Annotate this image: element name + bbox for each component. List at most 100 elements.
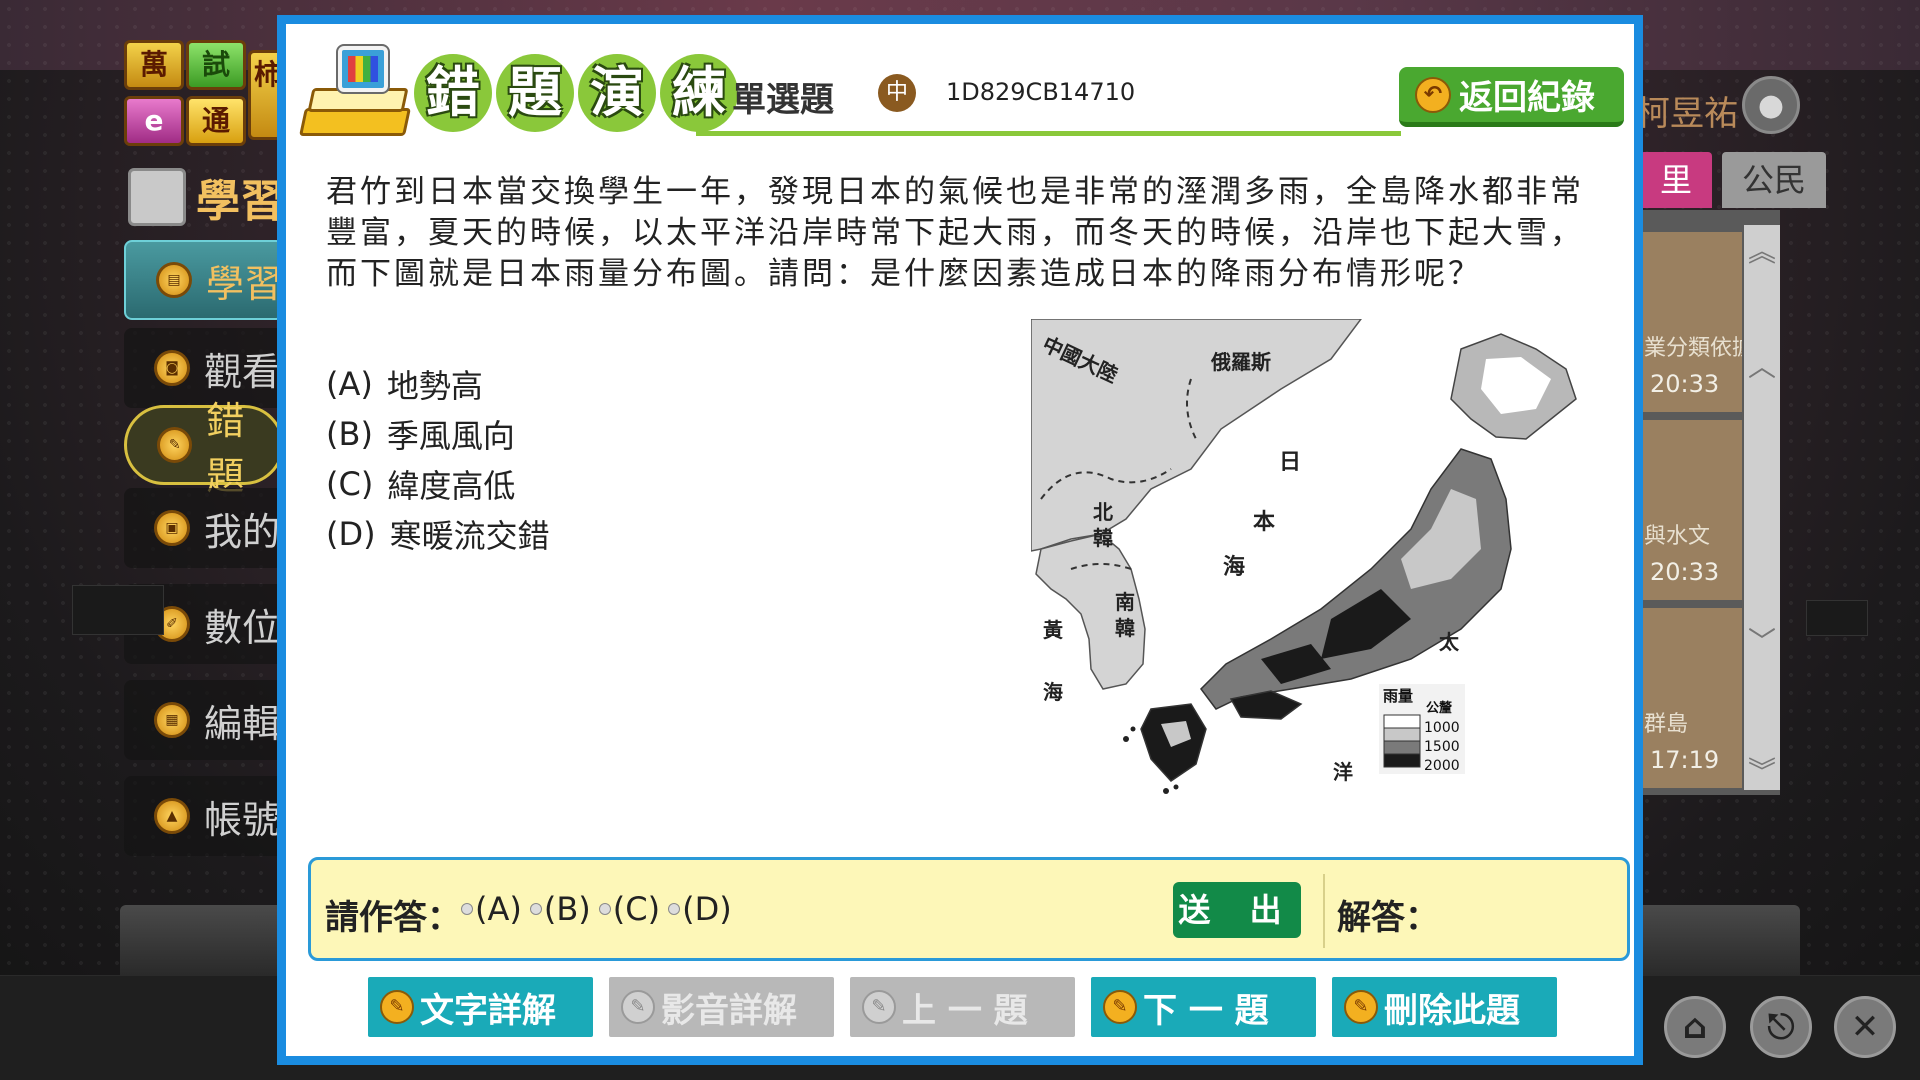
avatar[interactable]: ● bbox=[1742, 76, 1800, 134]
question-id: 1D829CB14710 bbox=[946, 78, 1136, 106]
island-dot bbox=[1130, 726, 1136, 732]
chevron-up-icon[interactable]: ︿ bbox=[1744, 345, 1780, 385]
record-card[interactable]: 與水文 20:33 bbox=[1640, 420, 1742, 600]
record-card[interactable]: 群島 17:19 bbox=[1640, 608, 1742, 788]
modal-header: 錯 題 演 練 單選題 中 1D829CB14710 ↶ 返回紀錄 bbox=[286, 24, 1634, 144]
chevron-down-icon[interactable]: ﹀ bbox=[1744, 620, 1780, 660]
tab-civics[interactable]: 公民 bbox=[1722, 152, 1827, 208]
sidebar-item-label: 編輯 bbox=[204, 701, 281, 746]
legend-swatch bbox=[1383, 740, 1421, 755]
map-label: 海 bbox=[1223, 554, 1245, 580]
pencil-note-icon: ✎ bbox=[862, 990, 896, 1024]
pencil-note-icon: ✎ bbox=[1103, 990, 1137, 1024]
title-char: 題 bbox=[496, 54, 574, 132]
record-title: 業分類依據 bbox=[1644, 336, 1742, 361]
choice-label: (D) bbox=[682, 890, 732, 928]
double-chevron-up-icon[interactable]: ︽ bbox=[1744, 230, 1780, 270]
map-label: 太 bbox=[1439, 630, 1460, 654]
background-panel bbox=[1806, 600, 1868, 636]
record-time: 17:19 bbox=[1650, 746, 1720, 774]
bottom-toolbar: ✎ 文字詳解 ✎ 影音詳解 ✎ 上 一 題 ✎ 下 一 題 ✎ 刪除此題 bbox=[368, 977, 1557, 1037]
island-dot bbox=[1173, 784, 1179, 790]
graduation-cap-icon: ▲ bbox=[154, 798, 190, 834]
answer-bar: 請作答： (A) (B) (C) (D) 送 出 解答： bbox=[308, 857, 1630, 961]
choice-label: (C) bbox=[612, 890, 661, 928]
back-to-records-button[interactable]: ↶ 返回紀錄 bbox=[1399, 67, 1624, 127]
section-title-text: 學習 bbox=[196, 176, 284, 227]
pencil-note-icon: ✎ bbox=[621, 990, 655, 1024]
legend-swatch bbox=[1383, 727, 1421, 742]
text-explanation-button[interactable]: ✎ 文字詳解 bbox=[368, 977, 593, 1037]
pencil-note-icon: ✎ bbox=[1344, 990, 1378, 1024]
record-scrollbar[interactable] bbox=[1744, 225, 1780, 790]
radio-button[interactable] bbox=[598, 903, 611, 915]
undo-icon: ↶ bbox=[1415, 76, 1451, 113]
option-text: 緯度高低 bbox=[387, 467, 516, 505]
user-name: 柯昱祐 bbox=[1636, 94, 1738, 134]
choice-d[interactable]: (D) bbox=[668, 890, 732, 928]
button-label: 下 一 題 bbox=[1143, 990, 1269, 1031]
option-list: (A) 地勢高 (B) 季風風向 (C) 緯度高低 (D) 寒暖流交錯 bbox=[326, 359, 550, 559]
answer-choice-group: (A) (B) (C) (D) bbox=[461, 890, 732, 928]
user-icon: ● bbox=[1757, 87, 1785, 123]
exit-icon: ⎋ bbox=[1767, 1007, 1795, 1047]
option-a: (A) 地勢高 bbox=[326, 359, 550, 409]
logo-tile: 試 bbox=[186, 40, 246, 90]
sidebar-item-edit[interactable]: ▦ 編輯 bbox=[124, 680, 284, 760]
calendar-icon: ▦ bbox=[154, 702, 190, 738]
sidebar-item-label: 數位 bbox=[204, 605, 281, 650]
logo-tile: 通 bbox=[186, 96, 246, 146]
home-button[interactable]: ⌂ bbox=[1664, 996, 1726, 1058]
books-tv-icon bbox=[299, 38, 412, 142]
video-explanation-button[interactable]: ✎ 影音詳解 bbox=[609, 977, 834, 1037]
sidebar-item-mine[interactable]: ▣ 我的 bbox=[124, 488, 284, 568]
title-char: 演 bbox=[578, 54, 656, 132]
legend-value: 1000 bbox=[1424, 720, 1460, 736]
map-label: 南 bbox=[1115, 590, 1135, 614]
option-key: (D) bbox=[326, 515, 376, 553]
record-card[interactable]: 業分類依據 20:33 bbox=[1640, 232, 1742, 412]
tv-shape bbox=[338, 46, 388, 92]
double-chevron-down-icon[interactable]: ︾ bbox=[1744, 750, 1780, 790]
legend-unit: 公釐 bbox=[1426, 700, 1453, 716]
choice-b[interactable]: (B) bbox=[529, 890, 591, 928]
button-label: 影音詳解 bbox=[661, 990, 797, 1031]
island-dot bbox=[1123, 736, 1129, 742]
choice-a[interactable]: (A) bbox=[461, 890, 522, 928]
practice-modal: 錯 題 演 練 單選題 中 1D829CB14710 ↶ 返回紀錄 君竹到日本當… bbox=[277, 15, 1643, 1065]
submit-button[interactable]: 送 出 bbox=[1173, 882, 1301, 938]
record-time: 20:33 bbox=[1650, 558, 1720, 586]
map-label: 韓 bbox=[1093, 526, 1113, 550]
camera-icon: ◙ bbox=[154, 350, 190, 386]
sidebar-item-label: 帳號 bbox=[204, 797, 281, 842]
delete-question-button[interactable]: ✎ 刪除此題 bbox=[1332, 977, 1557, 1037]
option-text: 季風風向 bbox=[386, 417, 515, 455]
tab-subject[interactable]: 里 bbox=[1640, 152, 1713, 208]
exit-button[interactable]: ⎋ bbox=[1750, 996, 1812, 1058]
sidebar-item-account[interactable]: ▲ 帳號 bbox=[124, 776, 284, 856]
button-label: 刪除此題 bbox=[1384, 990, 1520, 1031]
choice-label: (B) bbox=[543, 890, 591, 928]
next-question-button[interactable]: ✎ 下 一 題 bbox=[1091, 977, 1316, 1037]
choice-label: (A) bbox=[475, 890, 522, 928]
sidebar-item-label: 錯題 bbox=[206, 399, 245, 498]
choice-c[interactable]: (C) bbox=[598, 890, 661, 928]
close-button[interactable]: ✕ bbox=[1834, 996, 1896, 1058]
sidebar-item-label: 觀看 bbox=[204, 349, 281, 394]
radio-button[interactable] bbox=[461, 903, 473, 915]
title-char: 練 bbox=[660, 54, 738, 132]
sidebar-item-wrong-questions[interactable]: ✎ 錯題 bbox=[124, 399, 284, 498]
option-b: (B) 季風風向 bbox=[326, 409, 550, 459]
legend-title: 雨量 bbox=[1383, 687, 1413, 705]
previous-question-button[interactable]: ✎ 上 一 題 bbox=[850, 977, 1075, 1037]
question-text: 君竹到日本當交換學生一年，發現日本的氣候也是非常的溼潤多雨，全島降水都非常豐富，… bbox=[326, 174, 1584, 292]
section-title: 學習 bbox=[128, 165, 288, 229]
pencil-note-icon: ✎ bbox=[380, 990, 414, 1024]
option-text: 地勢高 bbox=[386, 367, 483, 405]
difficulty-badge: 中 bbox=[878, 74, 916, 112]
radio-button[interactable] bbox=[668, 903, 681, 915]
radio-button[interactable] bbox=[529, 903, 542, 915]
folder-icon: ▣ bbox=[154, 510, 190, 546]
map-label: 本 bbox=[1253, 510, 1275, 535]
sidebar-item-learning[interactable]: ▤ 學習 bbox=[124, 240, 284, 320]
